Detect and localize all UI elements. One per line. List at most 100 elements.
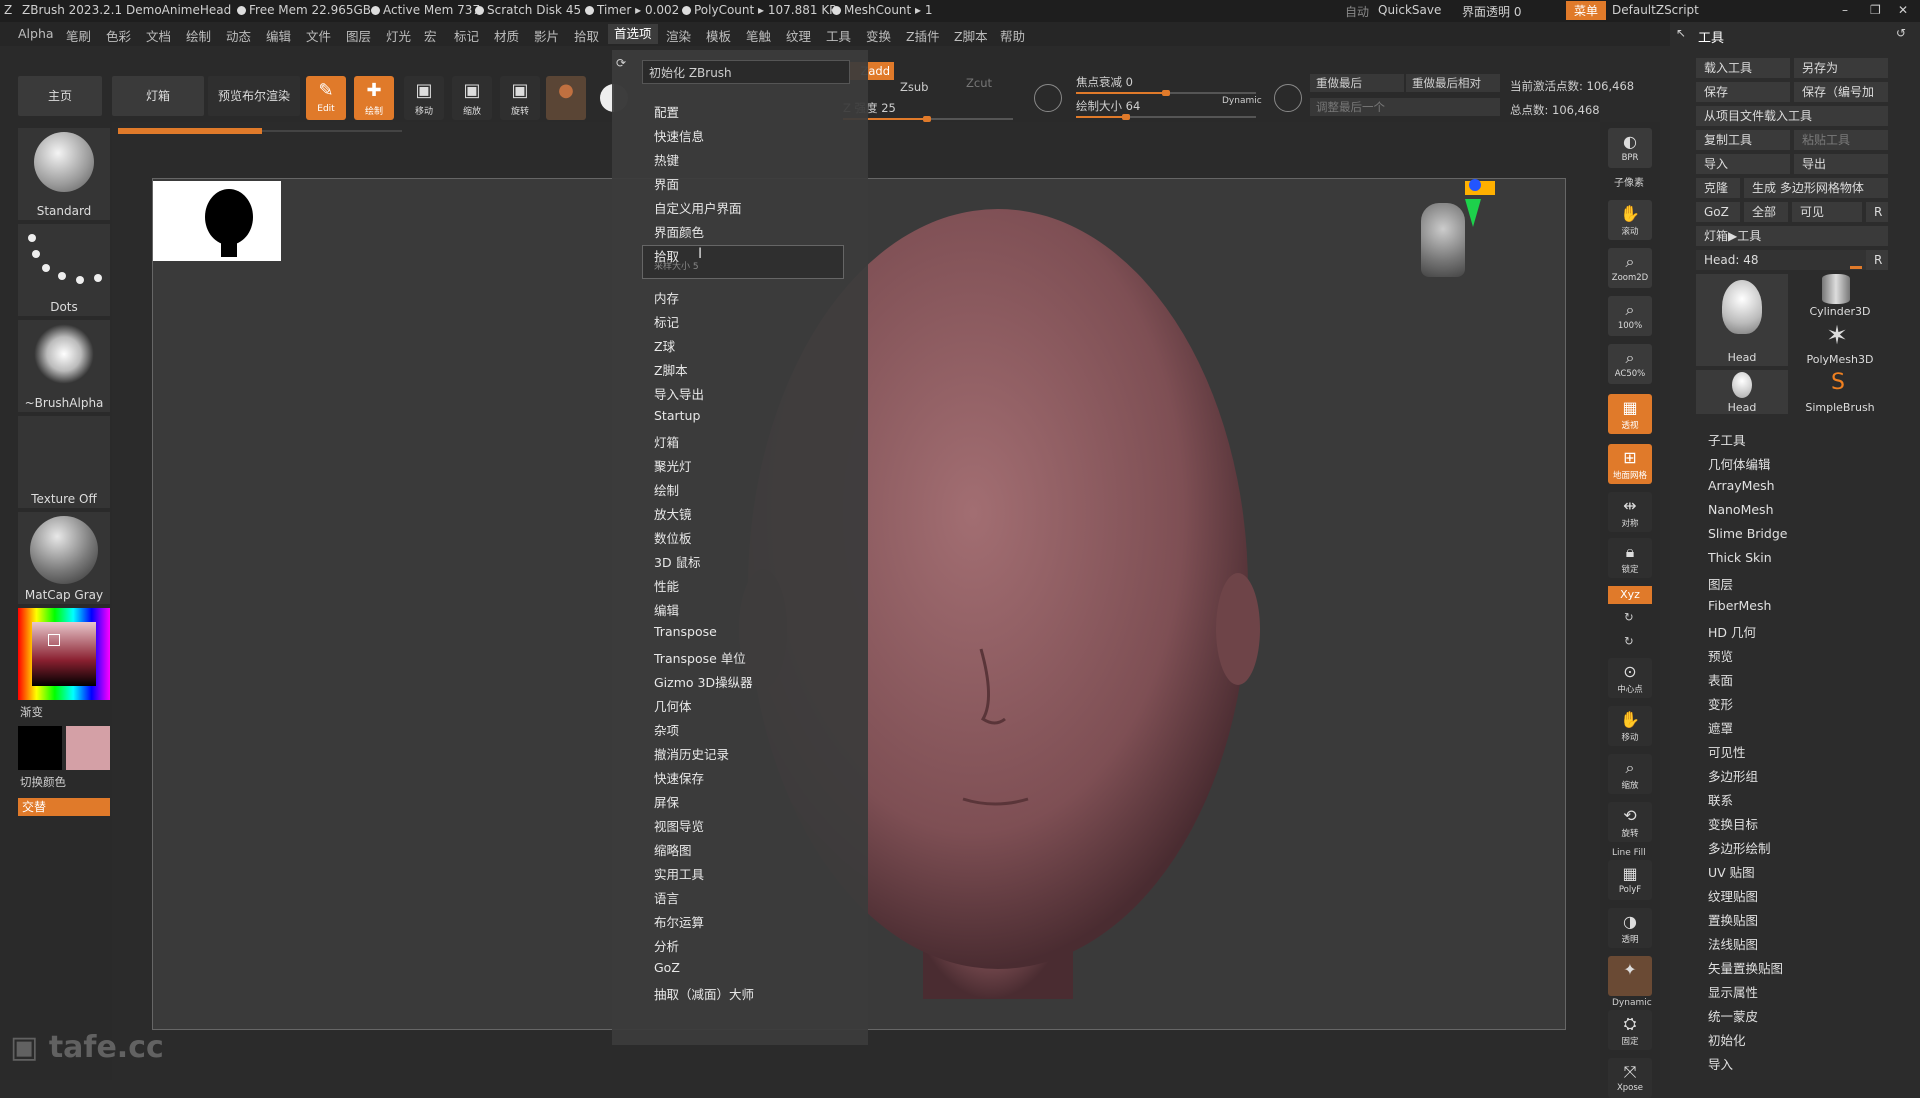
tool-thumb-head[interactable]: Head [1696, 274, 1788, 366]
gradient-label[interactable]: 渐变 [20, 704, 43, 720]
head-r-button[interactable]: R [1866, 250, 1888, 270]
symmetry-button[interactable]: ⇹ 对称 [1608, 492, 1652, 532]
pin-icon[interactable]: ↖ [1676, 26, 1686, 40]
dropdown-item[interactable]: 实用工具 [654, 864, 704, 883]
alternate-button[interactable]: 交替 [18, 798, 110, 816]
clone-button[interactable]: 克隆 [1696, 178, 1740, 198]
init-zbrush-button[interactable]: 初始化 ZBrush [642, 60, 850, 84]
section-fibermesh[interactable]: FiberMesh [1708, 598, 1771, 613]
zcut-button[interactable]: Zcut [966, 76, 992, 90]
lock-button[interactable]: 🔒︎ 锁定 [1608, 538, 1652, 578]
replay-last-button[interactable]: 重做最后 [1310, 74, 1404, 92]
perspective-button[interactable]: ▦ 透视 [1608, 394, 1652, 434]
section-displacement-map[interactable]: 置换贴图 [1708, 910, 1758, 929]
center-button[interactable]: ⊙ 中心点 [1608, 658, 1652, 698]
focal-shift-icon[interactable] [1034, 84, 1062, 112]
tool-thumb-polymesh[interactable]: ✶ PolyMesh3D [1792, 322, 1888, 366]
tool-thumb-cylinder[interactable]: Cylinder3D [1792, 274, 1888, 318]
subpixel-label[interactable]: 子像素 [1614, 174, 1644, 189]
load-tool-button[interactable]: 载入工具 [1696, 58, 1790, 78]
lightbox-tools-button[interactable]: 灯箱▶工具 [1696, 226, 1888, 246]
dropdown-item[interactable]: 杂项 [654, 720, 679, 739]
edit-button[interactable]: ✎ Edit [306, 76, 346, 120]
section-texture-map[interactable]: 纹理贴图 [1708, 886, 1758, 905]
close-icon[interactable]: ✕ [1898, 3, 1908, 17]
texture-picker[interactable]: Texture Off [18, 416, 110, 508]
section-subtool[interactable]: 子工具 [1708, 430, 1746, 449]
dropdown-item[interactable]: 语言 [654, 888, 679, 907]
home-button[interactable]: 主页 [18, 76, 102, 116]
brush-picker[interactable]: Standard [18, 128, 110, 220]
head-tool-slider[interactable]: Head: 48 [1696, 250, 1866, 270]
dropdown-item[interactable]: 编辑 [654, 600, 679, 619]
goz-r-button[interactable]: R [1866, 202, 1888, 222]
dropdown-item[interactable]: 屏保 [654, 792, 679, 811]
dropdown-item[interactable]: 放大镜 [654, 504, 692, 523]
make-polymesh-button[interactable]: 生成 多边形网格物体 [1744, 178, 1888, 198]
section-uv-map[interactable]: UV 贴图 [1708, 862, 1755, 881]
section-arraymesh[interactable]: ArrayMesh [1708, 478, 1775, 493]
navigator-thumbnail[interactable] [153, 181, 281, 261]
dropdown-item[interactable]: 3D 鼠标 [654, 552, 701, 571]
menu-alpha[interactable]: Alpha [18, 26, 54, 41]
tool-thumb-head-2[interactable]: Head [1696, 370, 1788, 414]
dropdown-item[interactable]: 热键 [654, 150, 679, 169]
menu-macro[interactable]: 宏 [424, 26, 437, 45]
save-increment-button[interactable]: 保存（编号加 1） [1794, 82, 1888, 119]
section-hd-geometry[interactable]: HD 几何 [1708, 622, 1756, 641]
dropdown-item[interactable]: Transpose 单位 [654, 648, 746, 667]
dropdown-item-picker[interactable]: 拾取 [654, 246, 679, 265]
scale-view-button[interactable]: ⌕ 缩放 [1608, 754, 1652, 794]
reset-icon[interactable]: ↺ [1896, 26, 1906, 40]
transparent-button[interactable]: ◑ 透明 [1608, 908, 1652, 948]
menu-picker[interactable]: 拾取 [574, 26, 599, 45]
dropdown-item[interactable]: 快速信息 [654, 126, 704, 145]
solo-button[interactable]: ⛭ 固定 [1608, 1010, 1652, 1050]
move-button[interactable]: ▣ 移动 [404, 76, 444, 120]
replay-last-rel-button[interactable]: 重做最后相对 [1406, 74, 1500, 92]
section-layers[interactable]: 图层 [1708, 574, 1733, 593]
menu-dynamics[interactable]: 动态 [226, 26, 251, 45]
dropdown-item[interactable]: 视图导览 [654, 816, 704, 835]
menu-color[interactable]: 色彩 [106, 26, 131, 45]
copy-tool-button[interactable]: 复制工具 [1696, 130, 1790, 150]
bpr-preview-button[interactable]: 预览布尔渲染 [208, 76, 300, 116]
menu-document[interactable]: 文档 [146, 26, 171, 45]
section-contact[interactable]: 联系 [1708, 790, 1733, 809]
zsub-button[interactable]: Zsub [900, 80, 928, 94]
dropdown-item[interactable]: 聚光灯 [654, 456, 692, 475]
paste-tool-button[interactable]: 粘贴工具 [1794, 130, 1888, 150]
dropdown-item[interactable]: 界面 [654, 174, 679, 193]
dropdown-item[interactable]: Z球 [654, 336, 675, 355]
menu-transform[interactable]: 变换 [866, 26, 891, 45]
menu-draw[interactable]: 绘制 [186, 26, 211, 45]
secondary-color-swatch[interactable] [66, 726, 110, 770]
xpose-button[interactable]: ⤧ Xpose [1608, 1058, 1652, 1098]
tool-thumb-simplebrush[interactable]: S SimpleBrush [1792, 370, 1888, 414]
section-display-properties[interactable]: 显示属性 [1708, 982, 1758, 1001]
dropdown-item[interactable]: Startup [654, 408, 700, 423]
move-view-button[interactable]: ✋ 移动 [1608, 706, 1652, 746]
section-import[interactable]: 导入 [1708, 1054, 1733, 1073]
dropdown-item[interactable]: 绘制 [654, 480, 679, 499]
scale-button[interactable]: ▣ 缩放 [452, 76, 492, 120]
menu-stencil[interactable]: 模板 [706, 26, 731, 45]
stroke-picker[interactable]: Dots [18, 224, 110, 316]
menu-movie[interactable]: 影片 [534, 26, 559, 45]
section-normal-map[interactable]: 法线贴图 [1708, 934, 1758, 953]
section-geometry-edit[interactable]: 几何体编辑 [1708, 454, 1771, 473]
menu-edit[interactable]: 编辑 [266, 26, 291, 45]
dropdown-item[interactable]: 几何体 [654, 696, 692, 715]
quicksave-button[interactable]: QuickSave [1378, 3, 1441, 17]
rotate-button[interactable]: ▣ 旋转 [500, 76, 540, 120]
zoom-100-button[interactable]: ⌕ 100% [1608, 296, 1652, 336]
color-picker[interactable] [18, 608, 110, 700]
dropdown-item[interactable]: 缩略图 [654, 840, 692, 859]
switch-color-button[interactable]: 切换颜色 [20, 774, 66, 790]
section-morph-target[interactable]: 变换目标 [1708, 814, 1758, 833]
rotate-axis-icon[interactable]: ↻ [1624, 610, 1634, 624]
xyz-button[interactable]: Xyz [1608, 586, 1652, 604]
ghost-button[interactable]: ✦ [1608, 956, 1652, 996]
dropdown-item[interactable]: Gizmo 3D操纵器 [654, 672, 753, 691]
dropdown-item[interactable]: 快速保存 [654, 768, 704, 787]
